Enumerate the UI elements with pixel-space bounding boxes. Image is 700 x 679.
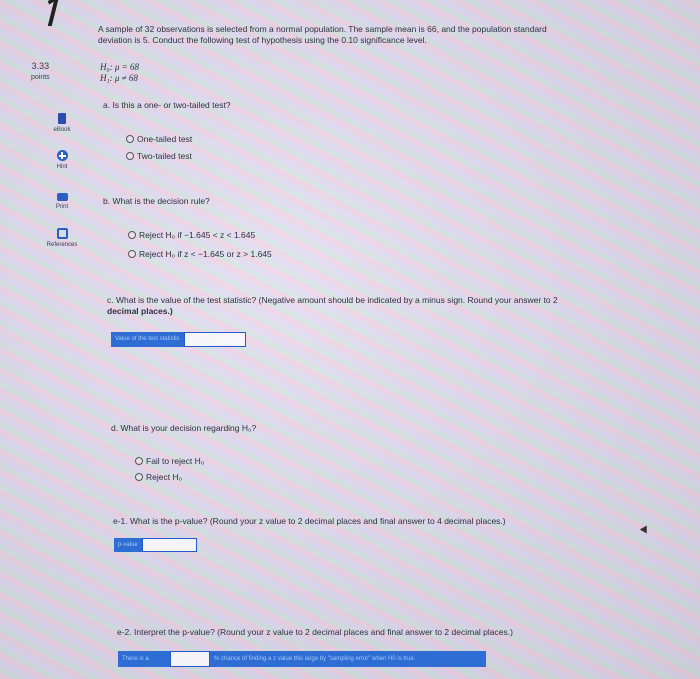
option-label: Reject H₀ if −1.645 < z < 1.645 (139, 230, 256, 240)
test-statistic-input[interactable] (183, 332, 246, 347)
radio-circle[interactable] (126, 135, 134, 143)
part-d-prompt: d. What is your decision regarding H₀? (111, 423, 257, 433)
radio-circle[interactable] (128, 250, 136, 258)
sidebar-item-print[interactable]: Print (36, 191, 88, 210)
radio-circle[interactable] (126, 152, 134, 160)
part-a-prompt: a. Is this a one- or two-tailed test? (103, 100, 231, 110)
option-label: Reject H₀ (146, 472, 183, 482)
sidebar-label-print: Print (55, 204, 69, 210)
print-icon (56, 193, 68, 201)
option-label: One-tailed test (137, 134, 193, 144)
option-label: Reject H₀ if z < −1.645 or z > 1.645 (139, 249, 272, 259)
option-label: Two-tailed test (137, 151, 192, 161)
page-edge-mark (47, 0, 71, 26)
hypotheses: H₀: μ = 68 H₁: μ ≠ 68 (100, 62, 139, 84)
p-value-label: p-value (114, 538, 142, 552)
question-points: 3.33 points (31, 61, 50, 83)
interpret-field: There is a % chance of finding a z value… (118, 651, 486, 667)
p-value-field: p-value (114, 538, 197, 552)
option-rule-1[interactable]: Reject H₀ if −1.645 < z < 1.645 (128, 230, 255, 240)
part-c-prompt: c. What is the value of the test statist… (107, 295, 558, 317)
test-statistic-field: Value of the test statistic (111, 332, 246, 347)
interpret-prefix: There is a (118, 651, 170, 667)
sidebar-label-references: References (46, 242, 78, 248)
sidebar-label-hint: Hint (56, 164, 68, 170)
points-value: 3.33 (31, 61, 50, 71)
interpret-suffix: % chance of finding a z value this large… (210, 651, 486, 667)
references-icon (56, 228, 68, 239)
part-e2-prompt: e-2. Interpret the p-value? (Round your … (117, 627, 513, 637)
sidebar-label-ebook: eBook (53, 127, 71, 133)
part-c-line-2: decimal places.) (107, 306, 173, 316)
question-stem: A sample of 32 observations is selected … (98, 24, 547, 46)
sidebar-item-ebook[interactable]: eBook (36, 113, 88, 133)
radio-circle[interactable] (135, 473, 143, 481)
part-b-prompt: b. What is the decision rule? (103, 196, 210, 206)
sidebar-item-hint[interactable]: Hint (36, 150, 88, 170)
p-value-input[interactable] (141, 538, 197, 552)
radio-circle[interactable] (135, 457, 143, 465)
option-rule-2[interactable]: Reject H₀ if z < −1.645 or z > 1.645 (128, 249, 272, 259)
option-reject[interactable]: Reject H₀ (135, 472, 182, 482)
option-label: Fail to reject H₀ (146, 456, 205, 466)
null-hypothesis: H₀: μ = 68 (100, 62, 139, 72)
question-line-2: deviation is 5. Conduct the following te… (98, 35, 427, 45)
question-line-1: A sample of 32 observations is selected … (98, 24, 547, 34)
test-statistic-label: Value of the test statistic (111, 332, 184, 347)
mouse-cursor-icon (639, 525, 651, 536)
part-e1-prompt: e-1. What is the p-value? (Round your z … (113, 516, 506, 526)
sidebar-item-references[interactable]: References (36, 228, 88, 248)
alternative-hypothesis: H₁: μ ≠ 68 (100, 73, 138, 83)
book-icon (58, 113, 66, 124)
option-one-tailed[interactable]: One-tailed test (126, 134, 192, 144)
hint-icon (56, 150, 68, 161)
radio-circle[interactable] (128, 231, 136, 239)
option-fail-to-reject[interactable]: Fail to reject H₀ (135, 456, 204, 466)
interpret-input[interactable] (170, 651, 210, 667)
option-two-tailed[interactable]: Two-tailed test (126, 151, 192, 161)
part-c-line-1: c. What is the value of the test statist… (107, 295, 558, 305)
points-label: points (31, 74, 50, 81)
